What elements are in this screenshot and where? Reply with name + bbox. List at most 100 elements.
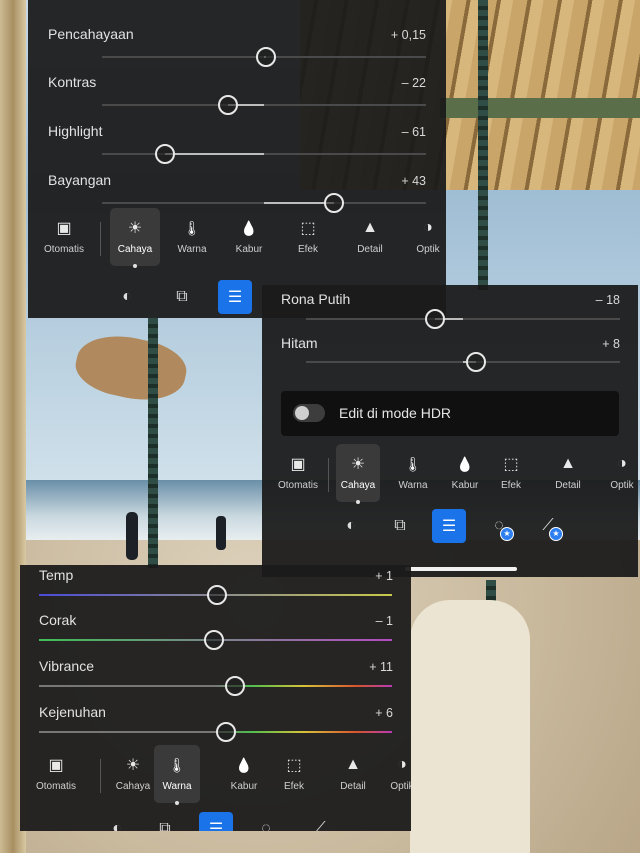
tool-label: Warna <box>162 781 192 792</box>
tool-label: Otomatis <box>35 781 76 792</box>
slider-knob[interactable] <box>255 47 276 67</box>
mask-icon[interactable]: ◐ <box>110 280 144 314</box>
bottom-nav: ◐ ⧉ ☰ ◌ ⟋ <box>20 812 411 831</box>
light-panel: Pencahayaan + 0,15 Kontras – 22 Highligh… <box>28 0 446 318</box>
tool-divider <box>328 458 329 492</box>
tool-label: Detail <box>555 480 581 491</box>
person-shirt <box>410 600 530 853</box>
tool-label: Optik <box>610 480 634 491</box>
tool-otomatis[interactable]: ▣ Otomatis <box>36 208 92 266</box>
hdr-toggle[interactable] <box>293 404 325 422</box>
adjust-icon[interactable]: ☰ <box>218 280 252 314</box>
tool-detail[interactable]: ▲ Detail <box>324 745 382 803</box>
slider-value: + 43 <box>401 174 426 188</box>
slider-temp[interactable]: Temp + 1 <box>20 565 411 611</box>
slider-knob[interactable] <box>155 144 176 164</box>
slider-knob[interactable] <box>424 309 445 329</box>
slider-contrast[interactable]: Kontras – 22 <box>28 70 446 116</box>
auto-icon: ▣ <box>290 456 306 473</box>
light-panel-2: Rona Putih – 18 Hitam + 8 Edit di mode H… <box>262 285 638 577</box>
lens-icon: ◑ <box>617 455 627 472</box>
tool-label: Optik <box>390 781 411 792</box>
tool-efek[interactable]: ⬚ Efek <box>283 208 333 266</box>
tool-warna[interactable]: 🌡 Warna <box>387 444 439 502</box>
bandage-icon[interactable]: ⟋ ★ <box>531 509 565 543</box>
hdr-mode-row[interactable]: Edit di mode HDR <box>281 391 619 436</box>
slider-knob[interactable] <box>207 585 228 605</box>
slider-knob[interactable] <box>465 352 486 372</box>
slider-vibrance[interactable]: Vibrance + 11 <box>20 656 411 702</box>
slider-knob[interactable] <box>203 630 224 650</box>
slider-knob[interactable] <box>218 95 239 115</box>
slider-track[interactable] <box>39 585 392 605</box>
tool-label: Efek <box>297 244 318 255</box>
slider-label: Vibrance <box>39 658 95 674</box>
slider-saturation[interactable]: Kejenuhan + 6 <box>20 702 411 748</box>
tool-label: Otomatis <box>277 480 318 491</box>
slider-track[interactable] <box>39 722 392 742</box>
bandage-icon[interactable]: ⟋ <box>303 812 337 831</box>
tool-optik[interactable]: ◑ Optik <box>378 745 411 803</box>
slider-blacks[interactable]: Hitam + 8 <box>262 331 638 377</box>
tool-otomatis[interactable]: ▣ Otomatis <box>270 444 326 502</box>
slider-highlight[interactable]: Highlight – 61 <box>28 119 446 165</box>
tool-warna[interactable]: 🌡 Warna <box>154 745 200 805</box>
adjust-icon[interactable]: ☰ <box>199 812 233 831</box>
triangle-icon: ▲ <box>362 219 378 236</box>
slider-track[interactable] <box>102 144 426 164</box>
slider-track[interactable] <box>102 47 426 67</box>
rope-left <box>148 318 158 568</box>
tool-cahaya[interactable]: ☀ Cahaya <box>108 745 158 803</box>
tool-otomatis[interactable]: ▣ Otomatis <box>28 745 84 803</box>
slider-label: Hitam <box>281 335 318 351</box>
slider-label: Corak <box>39 612 77 628</box>
tool-label: Efek <box>500 480 521 491</box>
tool-optik[interactable]: ◑ Optik <box>598 444 638 502</box>
tool-label: Detail <box>340 781 366 792</box>
tool-row: ▣ Otomatis ☀ Cahaya 🌡 Warna 💧 Kabur ⬚ Efek ▲ Detail… <box>20 745 411 807</box>
slider-label: Bayangan <box>48 172 112 188</box>
slider-value: + 11 <box>369 660 393 674</box>
slider-value: + 1 <box>375 569 393 583</box>
mask-icon[interactable]: ◐ <box>334 509 368 543</box>
crop-icon[interactable]: ⧉ <box>148 812 182 831</box>
tool-kabur[interactable]: 💧 Kabur <box>439 444 491 502</box>
tool-kabur[interactable]: 💧 Kabur <box>224 208 274 266</box>
slider-value: + 6 <box>375 706 393 720</box>
slider-track[interactable] <box>102 193 426 213</box>
slider-tint[interactable]: Corak – 1 <box>20 610 411 656</box>
crop-icon[interactable]: ⧉ <box>165 280 199 314</box>
tool-detail[interactable]: ▲ Detail <box>340 208 400 266</box>
tool-cahaya[interactable]: ☀ Cahaya <box>110 208 160 268</box>
tool-efek[interactable]: ⬚ Efek <box>269 745 319 803</box>
tool-label: Efek <box>283 781 304 792</box>
tool-kabur[interactable]: 💧 Kabur <box>219 745 269 803</box>
selected-indicator <box>356 500 360 504</box>
beach-person <box>216 516 226 550</box>
tool-detail[interactable]: ▲ Detail <box>542 444 594 502</box>
home-indicator <box>405 567 517 571</box>
healing-icon[interactable]: ◌ <box>249 812 283 831</box>
slider-track[interactable] <box>102 95 426 115</box>
slider-track[interactable] <box>306 309 620 329</box>
slider-whites[interactable]: Rona Putih – 18 <box>262 287 638 333</box>
tool-label: Kabur <box>230 781 258 792</box>
slider-knob[interactable] <box>216 722 237 742</box>
tool-warna[interactable]: 🌡 Warna <box>164 208 220 266</box>
slider-exposure[interactable]: Pencahayaan + 0,15 <box>28 22 446 68</box>
slider-track[interactable] <box>39 630 392 650</box>
tool-optik[interactable]: ◑ Optik <box>406 208 446 266</box>
mask-icon[interactable]: ◐ <box>100 812 134 831</box>
slider-label: Pencahayaan <box>48 26 134 42</box>
tool-cahaya[interactable]: ☀ Cahaya <box>336 444 380 504</box>
adjust-icon[interactable]: ☰ <box>432 509 466 543</box>
slider-track[interactable] <box>39 676 392 696</box>
crop-icon[interactable]: ⧉ <box>383 509 417 543</box>
tool-label: Cahaya <box>340 480 376 491</box>
slider-track[interactable] <box>306 352 620 372</box>
slider-knob[interactable] <box>224 676 245 696</box>
tool-label: Cahaya <box>117 244 153 255</box>
drop-icon: 💧 <box>240 219 258 236</box>
healing-icon[interactable]: ◌ ★ <box>482 509 516 543</box>
tool-efek[interactable]: ⬚ Efek <box>489 444 533 502</box>
